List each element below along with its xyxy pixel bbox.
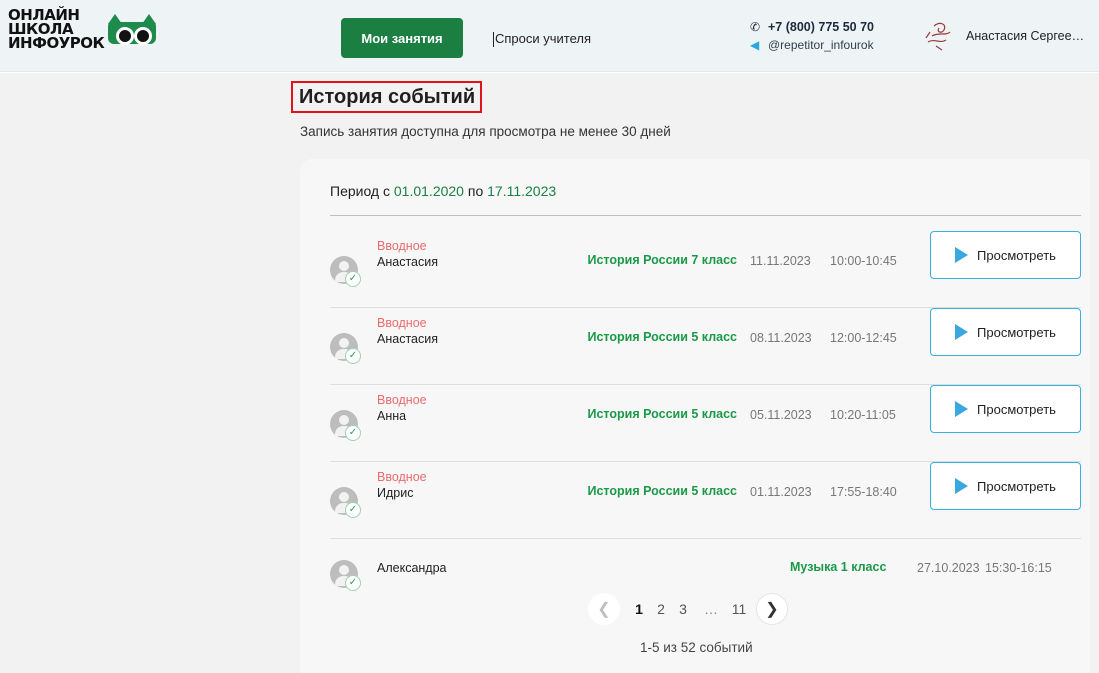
event-date: 05.11.2023 — [750, 408, 812, 422]
play-icon — [955, 401, 969, 417]
event-date: 08.11.2023 — [750, 331, 812, 345]
view-label: Просмотреть — [977, 401, 1056, 417]
next-page-chevron-icon[interactable]: ❯ — [756, 593, 788, 625]
sidebar — [0, 73, 292, 673]
event-date: 01.11.2023 — [750, 485, 812, 499]
user-name: Анастасия Сергеевна — [966, 29, 1086, 43]
events-count-summary: 1-5 из 52 событий — [640, 640, 753, 655]
period-to-label: по — [467, 183, 484, 199]
event-date: 11.11.2023 — [750, 254, 811, 268]
check-icon: ✓ — [345, 348, 361, 364]
phone-number[interactable]: +7 (800) 775 50 70 — [768, 20, 874, 34]
student-name: Александра — [377, 561, 447, 575]
pagination: ❮ 1 2 3 … 11 ❯ — [588, 593, 788, 625]
owl-icon — [108, 22, 156, 45]
page-link-last[interactable]: 11 — [728, 601, 750, 617]
lesson-name: Музыка 1 класс — [790, 560, 887, 574]
play-icon — [955, 478, 969, 494]
ask-teacher-link[interactable]: Спроси учителя — [493, 31, 592, 48]
student-name: Анна — [377, 409, 407, 423]
period-from-date[interactable]: 01.01.2020 — [394, 183, 464, 199]
event-type: Вводное — [377, 239, 427, 253]
event-type: Вводное — [377, 316, 427, 330]
view-recording-button[interactable]: Просмотреть — [930, 231, 1081, 279]
view-recording-button[interactable]: Просмотреть — [930, 385, 1081, 433]
telegram-handle[interactable]: @repetitor_infourok — [768, 38, 874, 52]
check-icon: ✓ — [345, 575, 361, 591]
lesson-name: История России 5 класс — [587, 484, 738, 498]
event-row: ✓ Вводное Анастасия История России 5 кла… — [330, 308, 1081, 385]
top-header: ОНЛАЙН ШКОЛА ИНФОУРОК Мои занятия Спроси… — [0, 0, 1099, 72]
page-link[interactable]: 1 — [628, 601, 650, 617]
telegram-icon: ◀ — [750, 38, 760, 52]
text-cursor — [493, 32, 494, 48]
contacts-block: ✆ +7 (800) 775 50 70 ◀ @repetitor_infour… — [750, 18, 874, 54]
view-label: Просмотреть — [977, 478, 1056, 494]
student-avatar-icon: ✓ — [330, 487, 362, 519]
period-from-label: Период с — [330, 183, 390, 199]
student-avatar-icon: ✓ — [330, 410, 362, 442]
event-time: 17:55-18:40 — [830, 485, 897, 499]
lesson-name: История России 5 класс — [587, 407, 738, 421]
event-row: ✓ Вводное Анна История России 5 класс 05… — [330, 385, 1081, 462]
event-time: 12:00-12:45 — [830, 331, 897, 345]
user-avatar-icon — [925, 22, 951, 51]
view-label: Просмотреть — [977, 324, 1056, 340]
event-type: Вводное — [377, 393, 427, 407]
event-row: ✓ Вводное Идрис История России 5 класс 0… — [330, 462, 1081, 539]
view-recording-button[interactable]: Просмотреть — [930, 462, 1081, 510]
event-time: 10:20-11:05 — [830, 408, 896, 422]
event-row: ✓ Вводное Анастасия История России 7 кла… — [330, 231, 1081, 308]
event-time: 10:00-10:45 — [830, 254, 897, 268]
lesson-name: История России 5 класс — [587, 330, 738, 344]
check-icon: ✓ — [345, 425, 361, 441]
period-divider — [330, 215, 1081, 216]
check-icon: ✓ — [345, 502, 361, 518]
check-icon: ✓ — [345, 271, 361, 287]
view-label: Просмотреть — [977, 247, 1056, 263]
event-date: 27.10.2023 — [917, 561, 980, 575]
lesson-name: История России 7 класс — [587, 253, 738, 267]
page-link[interactable]: 3 — [672, 601, 694, 617]
page-link[interactable]: 2 — [650, 601, 672, 617]
student-avatar-icon: ✓ — [330, 256, 362, 288]
events-panel: Период с 01.01.2020 по 17.11.2023 ✓ Ввод… — [300, 159, 1090, 673]
play-icon — [955, 324, 969, 340]
user-menu[interactable]: Анастасия Сергеевна — [920, 20, 1086, 52]
phone-icon: ✆ — [750, 20, 761, 34]
event-type: Вводное — [377, 470, 427, 484]
period-to-date[interactable]: 17.11.2023 — [487, 183, 556, 199]
page-title: История событий — [291, 81, 483, 113]
student-avatar-icon: ✓ — [330, 560, 362, 592]
prev-page-chevron-icon[interactable]: ❮ — [588, 593, 620, 625]
student-name: Анастасия — [377, 255, 438, 269]
play-icon — [955, 247, 969, 263]
student-name: Идрис — [377, 486, 414, 500]
student-name: Анастасия — [377, 332, 438, 346]
view-recording-button[interactable]: Просмотреть — [930, 308, 1081, 356]
event-time: 15:30-16:15 — [985, 561, 1052, 575]
page-subtitle: Запись занятия доступна для просмотра не… — [300, 124, 671, 139]
page-ellipsis: … — [704, 601, 718, 617]
student-avatar-icon: ✓ — [330, 333, 362, 365]
my-lessons-button[interactable]: Мои занятия — [341, 18, 463, 58]
infourok-logo[interactable]: ОНЛАЙН ШКОЛА ИНФОУРОК — [8, 8, 168, 64]
ask-teacher-label: Спроси учителя — [495, 31, 592, 46]
period-filter: Период с 01.01.2020 по 17.11.2023 — [330, 183, 556, 199]
